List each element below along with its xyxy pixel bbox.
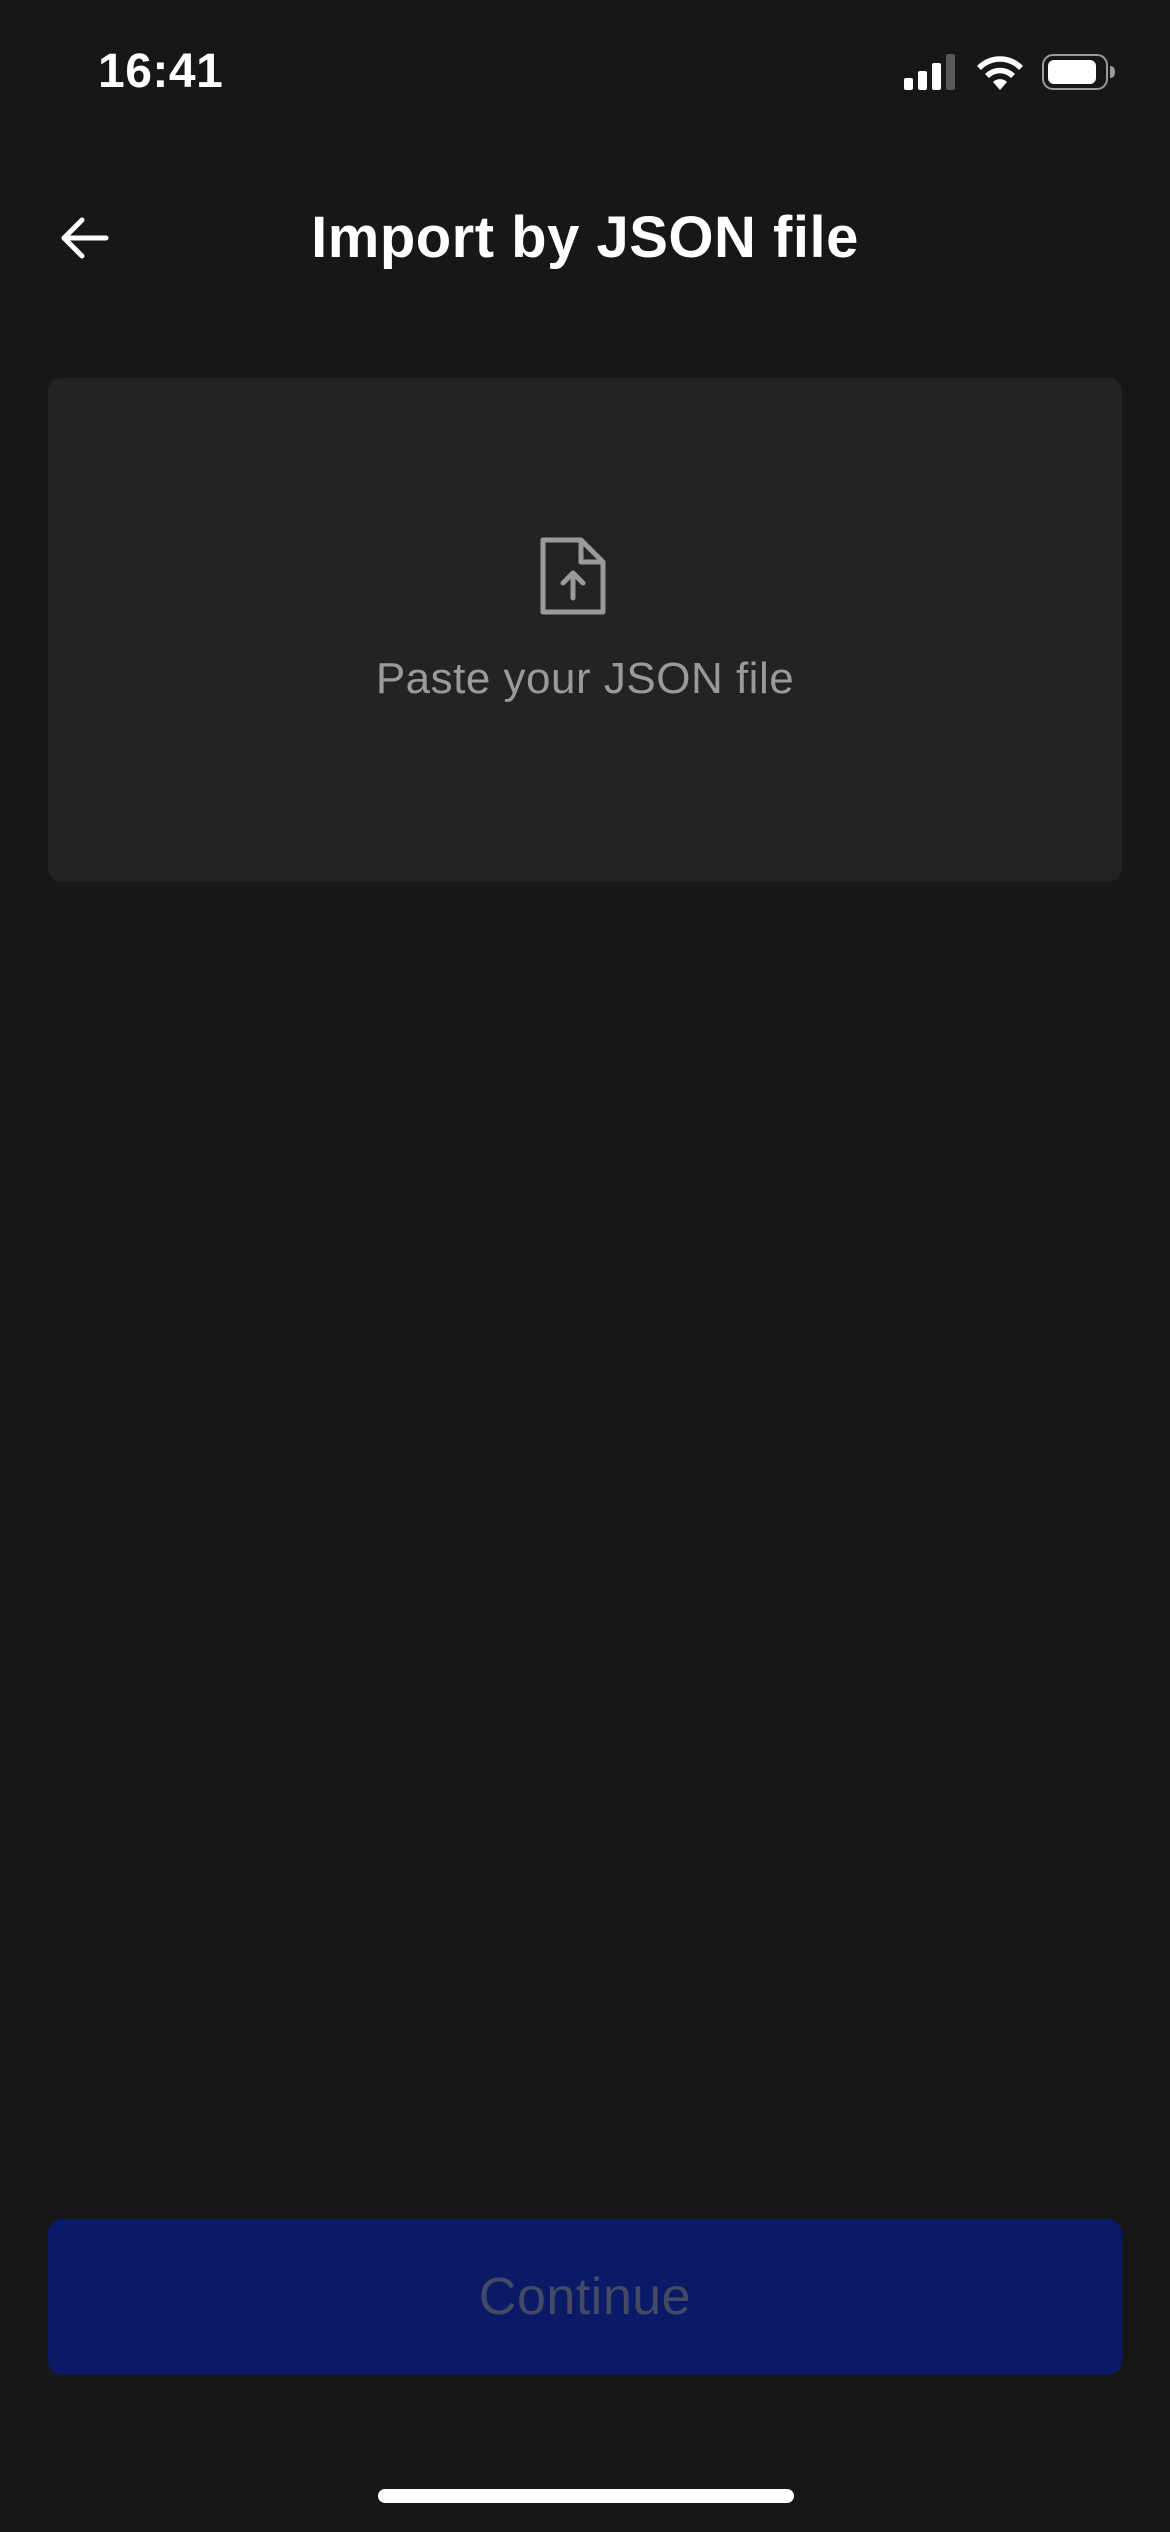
- json-drop-zone[interactable]: [48, 378, 1122, 882]
- status-icons: [904, 52, 1116, 96]
- page-title: Import by JSON file: [311, 205, 859, 270]
- drop-zone-label: Paste your JSON file: [375, 654, 795, 703]
- wifi-icon: [976, 54, 1024, 95]
- signal-icon: [904, 53, 958, 95]
- header: Import by JSON file: [0, 180, 1170, 300]
- file-upload-icon: [537, 536, 609, 616]
- battery-icon: [1042, 53, 1116, 95]
- status-bar: 16:41: [0, 0, 1170, 150]
- continue-button-label: Continue: [478, 2268, 692, 2326]
- status-time: 16:41: [98, 45, 224, 98]
- continue-button[interactable]: Continue: [48, 2219, 1122, 2375]
- home-indicator[interactable]: [378, 2489, 794, 2503]
